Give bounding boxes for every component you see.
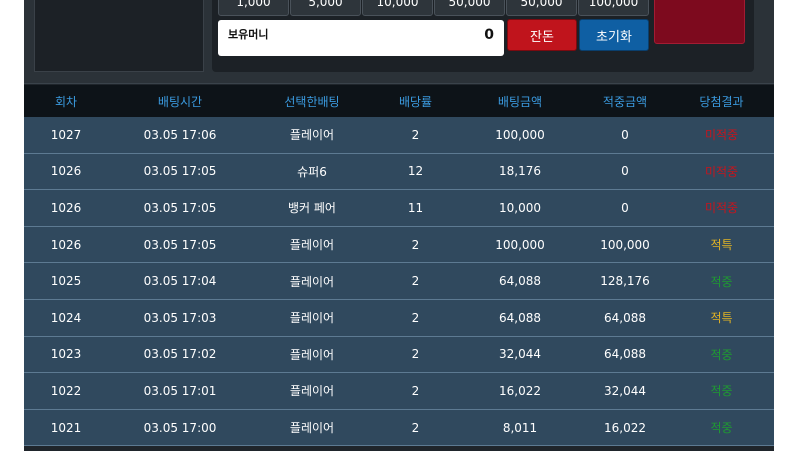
cell-win: 0: [621, 127, 629, 142]
cell-odds: 12: [407, 164, 424, 179]
cell-amount: 64,088: [499, 310, 541, 325]
cell-win: 0: [621, 164, 629, 179]
cell-win: 16,022: [604, 420, 646, 435]
betting-panel: 1,000 5,000 10,000 50,000 50,000 100,000…: [24, 0, 774, 451]
cell-amount: 10,000: [499, 200, 541, 215]
money-value: 0: [484, 27, 494, 43]
table-row: 1024 03.05 17:03 플레이어 2 64,088 64,088 적특: [24, 299, 774, 337]
cell-result: 적중: [710, 421, 733, 436]
bet-history-table: 회차 배팅시간 선택한배팅 배당률 배팅금액 적중금액 당첨결과 1027 03.…: [24, 85, 774, 447]
cell-amount: 16,022: [499, 383, 541, 398]
table-row: 1026 03.05 17:05 뱅커 페어 11 10,000 0 미적중: [24, 190, 774, 227]
cell-amount: 32,044: [499, 347, 541, 362]
reset-button[interactable]: 초기화: [579, 19, 649, 51]
cell-bet: 플레이어: [289, 274, 335, 289]
cell-win: 64,088: [604, 347, 646, 362]
cell-time: 03.05 17:00: [143, 420, 217, 435]
cell-bet: 플레이어: [289, 128, 335, 143]
cell-odds: 2: [411, 420, 420, 435]
cell-odds: 2: [411, 383, 420, 398]
table-row: 1025 03.05 17:04 플레이어 2 64,088 128,176 적중: [24, 263, 774, 300]
cell-time: 03.05 17:05: [143, 164, 217, 179]
cell-round: 1021: [50, 420, 82, 435]
chip-button[interactable]: 50,000: [434, 0, 505, 16]
chip-button[interactable]: 10,000: [362, 0, 433, 16]
table-row: 1026 03.05 17:05 플레이어 2 100,000 100,000 적특: [24, 226, 774, 264]
chip-button[interactable]: 50,000: [506, 0, 577, 16]
cell-amount: 100,000: [495, 237, 545, 252]
table-row: 1022 03.05 17:01 플레이어 2 16,022 32,044 적중: [24, 373, 774, 410]
bet-submit-button[interactable]: [654, 0, 745, 44]
cell-result: 적특: [710, 238, 733, 253]
chip-button[interactable]: 5,000: [290, 0, 361, 16]
header-amount: 배팅금액: [497, 94, 543, 109]
cell-bet: 플레이어: [289, 238, 335, 253]
cell-result: 적특: [710, 311, 733, 326]
cell-odds: 2: [411, 237, 420, 252]
table-row: 1027 03.05 17:06 플레이어 2 100,000 0 미적중: [24, 117, 774, 154]
header-result: 당첨결과: [699, 94, 744, 109]
cell-odds: 2: [411, 310, 420, 325]
cell-win: 128,176: [600, 274, 650, 289]
chip-row: 1,000 5,000 10,000 50,000 50,000 100,000: [218, 0, 649, 16]
cell-time: 03.05 17:05: [143, 237, 217, 252]
cell-result: 적중: [710, 384, 733, 399]
header-odds: 배당률: [398, 94, 433, 109]
cell-round: 1026: [50, 164, 82, 179]
cell-time: 03.05 17:04: [143, 274, 217, 289]
table-row: 1023 03.05 17:02 플레이어 2 32,044 64,088 적중: [24, 336, 774, 374]
cell-round: 1026: [50, 200, 82, 215]
cell-win: 64,088: [604, 310, 646, 325]
cell-result: 적중: [710, 347, 733, 362]
money-display: 보유머니 0: [218, 20, 504, 56]
cell-round: 1027: [50, 127, 82, 142]
bet-control-box: 1,000 5,000 10,000 50,000 50,000 100,000…: [212, 0, 754, 72]
cell-result: 미적중: [704, 128, 739, 143]
money-label: 보유머니: [228, 28, 269, 41]
cell-round: 1023: [50, 347, 82, 362]
cell-time: 03.05 17:02: [143, 347, 217, 362]
chip-button[interactable]: 1,000: [218, 0, 289, 16]
remain-button[interactable]: 잔돈: [507, 19, 577, 51]
cell-bet: 뱅커 페어: [288, 201, 336, 216]
header-bet: 선택한배팅: [284, 94, 340, 109]
table-row: 1026 03.05 17:05 슈퍼6 12 18,176 0 미적중: [24, 153, 774, 191]
cell-result: 미적중: [704, 164, 739, 179]
cell-bet: 슈퍼6: [297, 164, 327, 179]
cell-amount: 100,000: [495, 127, 545, 142]
cell-odds: 2: [411, 274, 420, 289]
cell-win: 100,000: [600, 237, 650, 252]
table-header: 회차 배팅시간 선택한배팅 배당률 배팅금액 적중금액 당첨결과: [24, 85, 774, 117]
table-body: 1027 03.05 17:06 플레이어 2 100,000 0 미적중 1026 03.05…: [24, 117, 774, 447]
side-display-box: [34, 0, 204, 72]
cell-round: 1025: [50, 274, 82, 289]
cell-result: 미적중: [704, 201, 739, 216]
cell-time: 03.05 17:03: [143, 310, 217, 325]
table-row: 1021 03.05 17:00 플레이어 2 8,011 16,022 적중: [24, 409, 774, 447]
cell-bet: 플레이어: [289, 311, 335, 326]
cell-odds: 11: [407, 200, 424, 215]
cell-time: 03.05 17:05: [143, 200, 217, 215]
cell-round: 1026: [50, 237, 82, 252]
chip-button[interactable]: 100,000: [578, 0, 649, 16]
cell-win: 32,044: [604, 383, 646, 398]
header-win: 적중금액: [602, 94, 648, 109]
cell-result: 적중: [710, 274, 733, 289]
cell-bet: 플레이어: [289, 347, 335, 362]
top-control-panel: 1,000 5,000 10,000 50,000 50,000 100,000…: [24, 0, 774, 84]
cell-odds: 2: [411, 347, 420, 362]
header-time: 배팅시간: [157, 94, 203, 109]
cell-round: 1024: [50, 310, 82, 325]
header-round: 회차: [54, 94, 78, 109]
cell-amount: 64,088: [499, 274, 541, 289]
cell-bet: 플레이어: [289, 421, 335, 436]
cell-odds: 2: [411, 127, 420, 142]
cell-time: 03.05 17:01: [143, 383, 217, 398]
cell-win: 0: [621, 200, 629, 215]
cell-round: 1022: [50, 383, 82, 398]
cell-amount: 8,011: [502, 420, 538, 435]
cell-bet: 플레이어: [289, 384, 335, 399]
cell-amount: 18,176: [499, 164, 541, 179]
cell-time: 03.05 17:06: [143, 127, 217, 142]
